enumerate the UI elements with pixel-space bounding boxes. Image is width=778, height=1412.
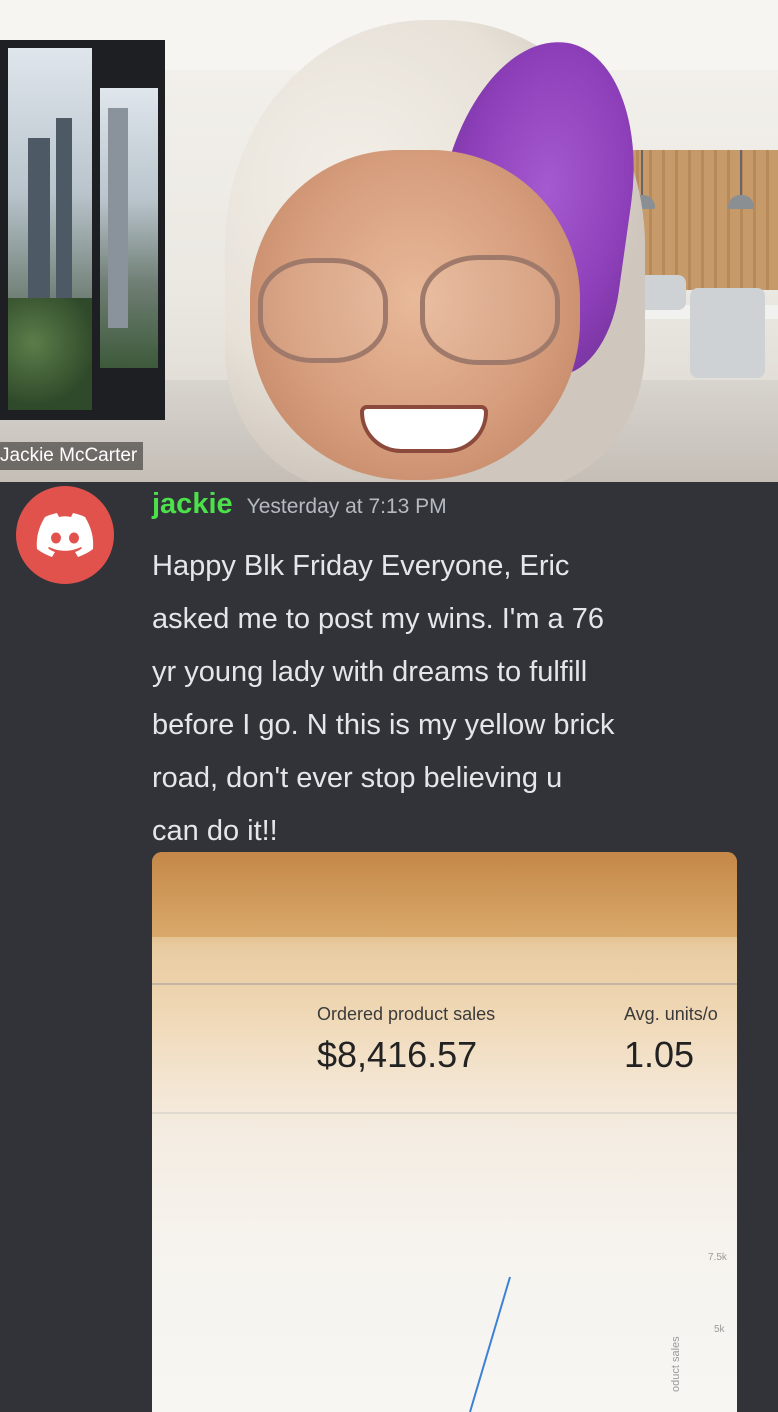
message-line: can do it!! xyxy=(152,815,278,847)
message-content: Happy Blk Friday Everyone, Eric asked me… xyxy=(152,540,752,858)
message-header: jackie Yesterday at 7:13 PM xyxy=(152,488,447,528)
message-line: yr young lady with dreams to fulfill xyxy=(152,656,588,688)
glasses-left-lens xyxy=(258,258,388,363)
discord-logo-icon xyxy=(36,513,94,557)
lamp-cord xyxy=(641,150,643,195)
background-chair xyxy=(690,288,765,378)
window xyxy=(0,40,165,420)
message-line: before I go. N this is my yellow brick xyxy=(152,709,615,741)
video-tile: Jackie McCarter xyxy=(0,0,778,482)
author-name[interactable]: jackie xyxy=(152,488,233,521)
sales-chart xyxy=(469,1276,511,1412)
message-timestamp: Yesterday at 7:13 PM xyxy=(246,495,447,518)
message-line: Happy Blk Friday Everyone, Eric xyxy=(152,550,570,582)
message-line: road, don't ever stop believing u xyxy=(152,762,563,794)
city-building xyxy=(28,138,50,318)
person-smile xyxy=(360,405,488,453)
window-pane xyxy=(100,88,158,368)
image-attachment[interactable]: Ordered product sales $8,416.57 Avg. uni… xyxy=(152,852,737,1412)
sales-trend-line xyxy=(469,1276,511,1412)
participant-name-tag: Jackie McCarter xyxy=(0,442,144,470)
city-building xyxy=(108,108,128,328)
city-building xyxy=(56,118,72,318)
lamp-cord xyxy=(740,150,742,195)
glasses-right-lens xyxy=(420,255,560,365)
message-line: asked me to post my wins. I'm a 76 xyxy=(152,603,604,635)
window-pane xyxy=(8,48,92,410)
author-avatar[interactable] xyxy=(16,486,114,584)
trees xyxy=(8,298,92,410)
